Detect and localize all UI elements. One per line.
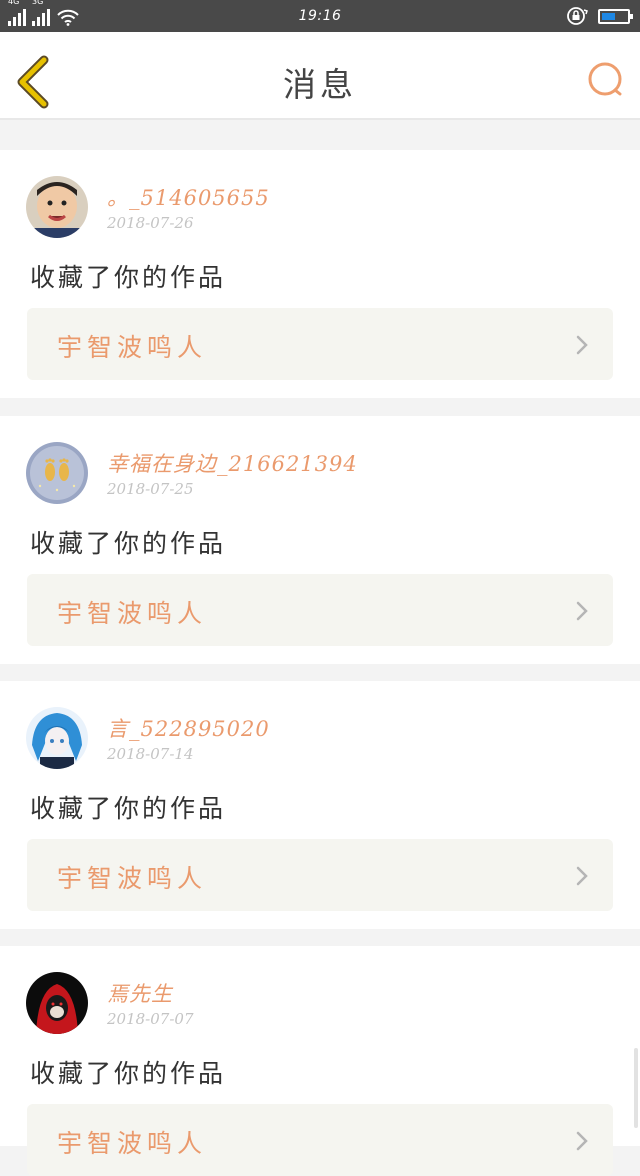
page-title: 消息 — [283, 65, 357, 104]
work-link-button[interactable]: 宇智波鸣人 — [27, 574, 613, 646]
red-hood-avatar[interactable] — [26, 972, 88, 1034]
work-link-button[interactable]: 宇智波鸣人 — [27, 308, 613, 380]
chevron-right-icon — [576, 1131, 588, 1151]
message-date: 2018-07-26 — [107, 214, 194, 232]
work-link-button[interactable]: 宇智波鸣人 — [27, 839, 613, 911]
clock: 19:16 — [298, 8, 342, 24]
message-action-text: 收藏了你的作品 — [30, 529, 227, 558]
status-bar: 4G 3G 19:16 — [0, 0, 640, 32]
child-photo-avatar[interactable] — [26, 176, 88, 238]
message-card: 焉先生 2018-07-07 收藏了你的作品 宇智波鸣人 — [0, 946, 640, 1176]
scrollbar[interactable] — [634, 1048, 638, 1128]
footprints-avatar[interactable] — [26, 442, 88, 504]
username[interactable]: 幸福在身边_216621394 — [107, 448, 358, 478]
search-icon[interactable] — [586, 60, 626, 100]
message-card: 幸福在身边_216621394 2018-07-25 收藏了你的作品 宇智波鸣人 — [0, 416, 640, 664]
rotation-lock-icon — [567, 7, 588, 25]
chevron-right-icon — [576, 866, 588, 886]
message-card: 言_522895020 2018-07-14 收藏了你的作品 宇智波鸣人 — [0, 681, 640, 929]
app-header: 消息 — [0, 32, 640, 120]
message-card: 。_514605655 2018-07-26 收藏了你的作品 宇智波鸣人 — [0, 150, 640, 398]
work-title: 宇智波鸣人 — [57, 864, 208, 893]
message-date: 2018-07-07 — [107, 1010, 194, 1028]
anime-blue-hair-avatar[interactable] — [26, 707, 88, 769]
message-date: 2018-07-25 — [107, 480, 194, 498]
username[interactable]: 言_522895020 — [107, 713, 270, 743]
message-action-text: 收藏了你的作品 — [30, 1059, 227, 1088]
username[interactable]: 焉先生 — [107, 978, 173, 1008]
work-title: 宇智波鸣人 — [57, 1129, 208, 1158]
network-type-label: 4G — [8, 0, 20, 6]
message-action-text: 收藏了你的作品 — [30, 794, 227, 823]
work-title: 宇智波鸣人 — [57, 599, 208, 628]
message-date: 2018-07-14 — [107, 745, 194, 763]
chevron-right-icon — [576, 601, 588, 621]
message-action-text: 收藏了你的作品 — [30, 263, 227, 292]
work-link-button[interactable]: 宇智波鸣人 — [27, 1104, 613, 1176]
work-title: 宇智波鸣人 — [57, 333, 208, 362]
battery-icon — [598, 8, 633, 24]
network-type-label: 3G — [32, 0, 44, 6]
chevron-right-icon — [576, 335, 588, 355]
username[interactable]: 。_514605655 — [107, 182, 270, 212]
